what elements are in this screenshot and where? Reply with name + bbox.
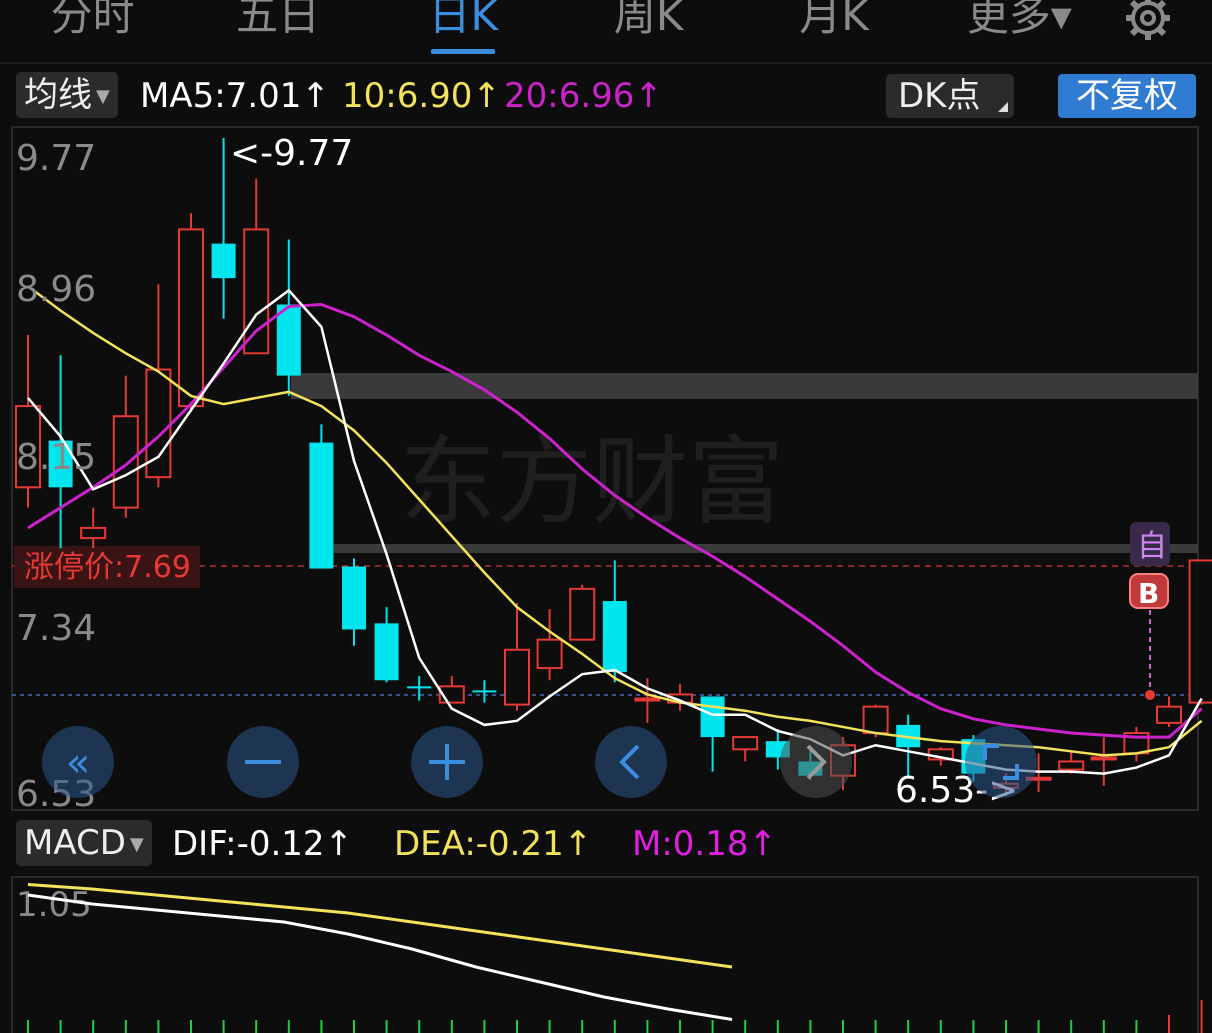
candle-body [634,697,661,702]
macd-select[interactable]: MACD ▼ [16,820,152,866]
dea-value: DEA:-0.21↑ [394,824,593,864]
candle-body [862,705,889,735]
candle-body [700,696,725,738]
candle-body [1090,756,1117,761]
zoom-out-button[interactable] [227,726,299,798]
candle-body [407,686,432,689]
macd-indicator-row: MACD ▼ DIF:-0.12↑ DEA:-0.21↑ M:0.18↑ [0,820,1212,868]
price-tick: 8.15 [16,437,96,478]
candle-body [342,566,366,630]
scroll-left-button[interactable] [595,726,667,798]
price-tick: 8.96 [16,269,96,310]
candle-body [178,228,204,408]
candle-body [1188,559,1212,704]
chevron-down-icon: ▼ [129,833,144,855]
resistance-band-2 [324,544,1198,553]
price-tick: 7.34 [16,608,96,649]
candle-body [569,587,596,641]
scroll-right-button[interactable] [780,726,852,798]
zoom-in-button[interactable] [411,726,483,798]
candle-body [1156,705,1182,724]
scroll-left-fast-button[interactable] [42,726,114,798]
candle-body [309,442,334,569]
watermark: 东方财富 [400,426,784,538]
candle-body [1058,760,1085,771]
buy-marker: B [1138,577,1159,610]
macd-select-label: MACD [24,823,126,863]
buy-point [1145,690,1155,700]
self-select-marker: 自 [1137,529,1167,564]
candlestick-chart[interactable]: 东方财富 涨停价:7.69 9.77 8.96 8.15 7.34 6.53 <… [0,0,1212,1033]
candle-body [80,526,107,540]
macd-m-value: M:0.18↑ [632,824,777,864]
macd-axis-tick: 1.05 [16,885,92,925]
candle-body [112,415,139,509]
high-price-marker: <-9.77 [230,133,353,174]
macd-frame [11,876,1199,1033]
dif-line [27,893,733,1021]
candle-body [732,736,759,751]
candle-body [276,304,301,376]
candle-body [602,601,627,673]
candle-body [243,228,270,355]
dif-value: DIF:-0.12↑ [172,824,354,864]
candle-body [504,648,530,706]
candle-body [374,623,399,681]
resistance-band [291,373,1198,399]
fullscreen-button[interactable] [965,726,1037,798]
price-tick: 9.77 [16,138,96,179]
limit-up-label: 涨停价:7.69 [24,550,191,585]
candle-body [211,243,236,279]
candle-body [536,638,563,670]
candle-body [472,690,497,693]
dea-line [27,883,733,969]
